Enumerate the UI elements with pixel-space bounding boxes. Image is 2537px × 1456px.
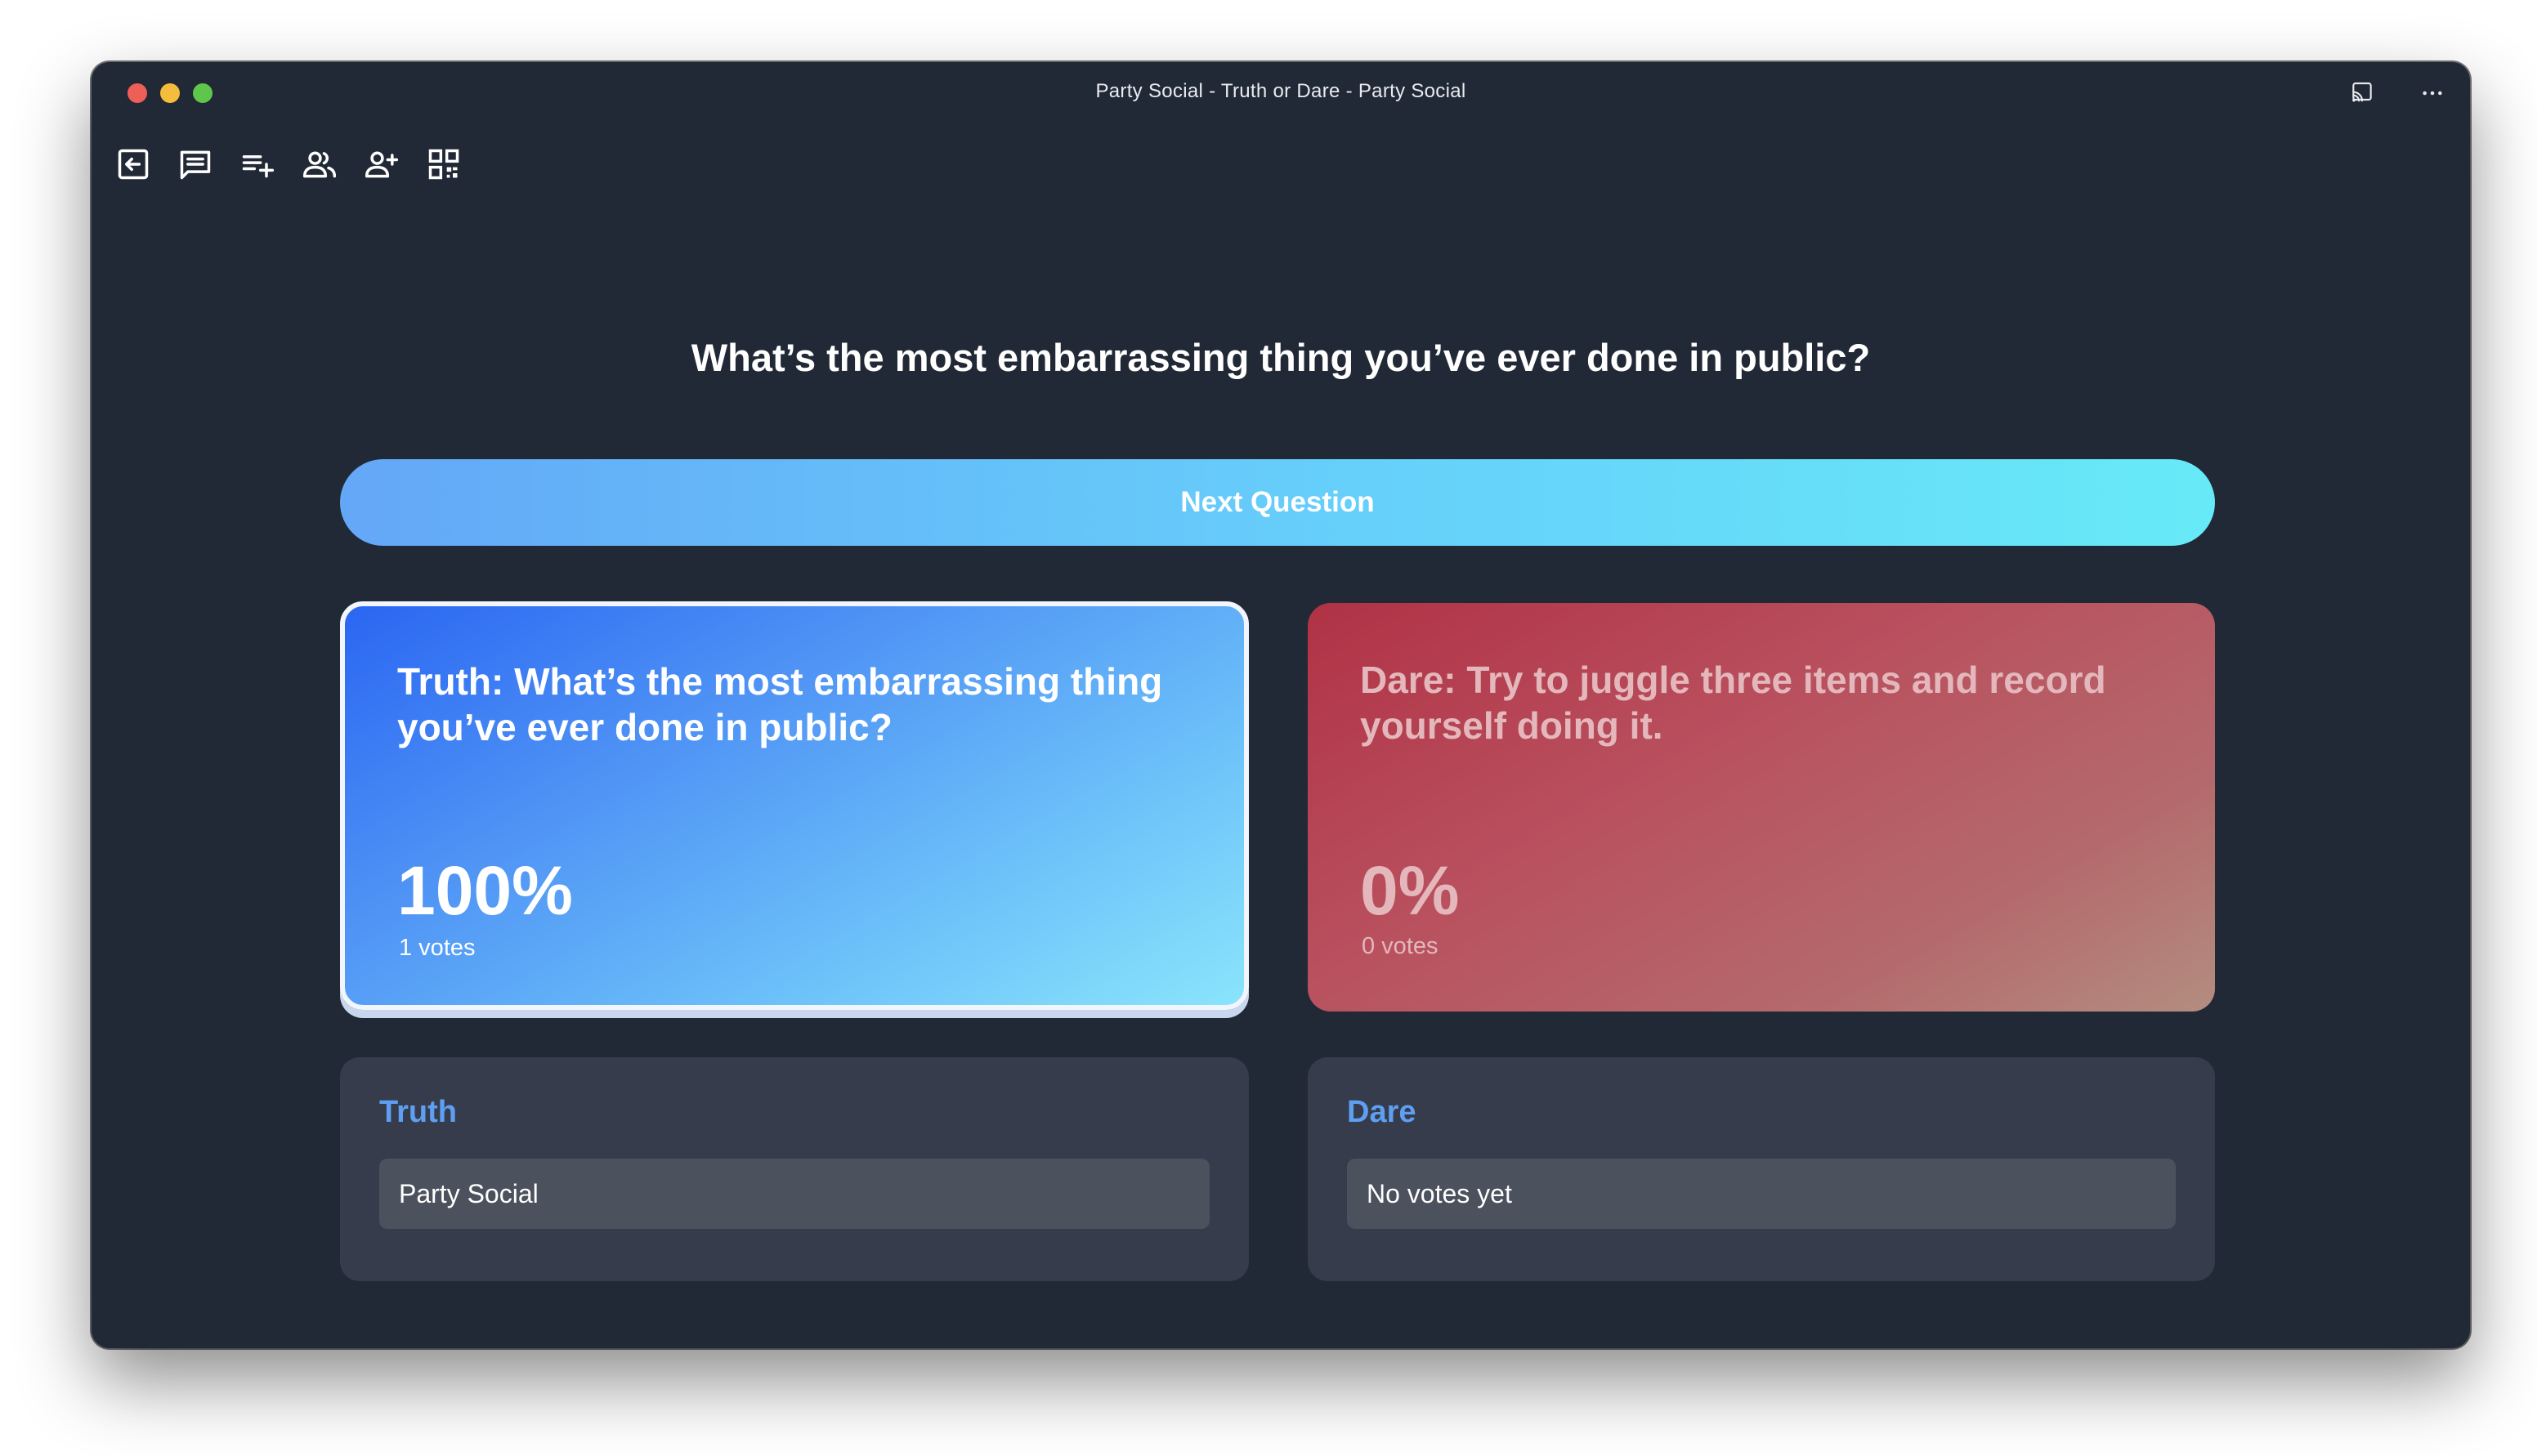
next-question-button[interactable]: Next Question [340,459,2215,546]
dare-card-percent: 0% [1360,852,1460,929]
add-to-list-icon[interactable] [237,144,278,185]
cast-icon[interactable] [2347,78,2377,108]
truth-card-text: Truth: What’s the most embarrassing thin… [397,660,1163,748]
app-window: Party Social - Truth or Dare - Party Soc… [92,62,2470,1348]
dare-voter-item: No votes yet [1347,1159,2176,1229]
truth-panel-title: Truth [379,1095,457,1129]
dare-card-text: Dare: Try to juggle three items and reco… [1360,659,2106,747]
dare-voters-panel: Dare No votes yet [1308,1057,2215,1281]
dare-panel-title: Dare [1347,1095,1416,1129]
dare-card-votes: 0 votes [1362,933,1439,959]
toolbar [113,144,464,185]
truth-option-card[interactable]: Truth: What’s the most embarrassing thin… [340,601,1249,1010]
add-person-icon[interactable] [361,144,402,185]
more-icon[interactable] [2418,78,2447,108]
truth-voter-item: Party Social [379,1159,1210,1229]
chat-icon[interactable] [175,144,216,185]
window-title: Party Social - Truth or Dare - Party Soc… [1095,80,1466,102]
title-bar: Party Social - Truth or Dare - Party Soc… [92,62,2470,124]
truth-card-percent: 100% [397,852,573,929]
people-icon[interactable] [299,144,340,185]
truth-card-votes: 1 votes [399,935,476,961]
exit-icon[interactable] [113,144,154,185]
dare-option-card[interactable]: Dare: Try to juggle three items and reco… [1308,603,2215,1012]
question-heading: What’s the most embarrassing thing you’v… [691,336,1871,379]
qr-code-icon[interactable] [423,144,464,185]
truth-voters-panel: Truth Party Social [340,1057,1249,1281]
